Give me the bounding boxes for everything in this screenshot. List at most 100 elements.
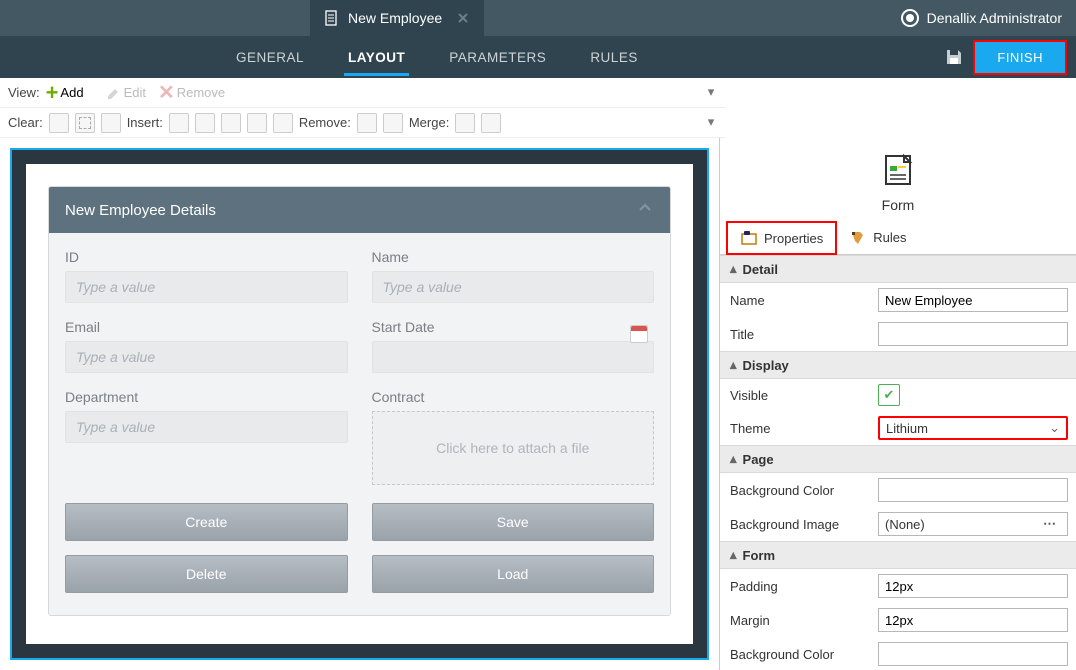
form-panel: New Employee Details ID [48,186,671,616]
start-date-label: Start Date [372,319,655,335]
prop-form-bgcolor-input[interactable] [878,642,1068,666]
section-display[interactable]: ▴ Display [720,351,1076,379]
form-icon [324,10,340,26]
prop-page-bgimage-label: Background Image [730,517,868,532]
ribbon-area: View: + Add Edit ✕ Remove ▾ Clear: Inser… [0,78,1076,138]
nav-general[interactable]: GENERAL [214,36,326,78]
save-icon[interactable] [940,43,968,71]
load-button[interactable]: Load [372,555,655,593]
properties-icon [740,229,758,247]
merge-down-icon[interactable] [481,113,501,133]
field-name: Name [372,249,655,303]
tab-rules-label: Rules [873,230,906,245]
properties-pane: Form Properties Rules [719,138,1076,670]
insert-row-below-icon[interactable] [247,113,267,133]
theme-select[interactable]: Lithium ⌄ [878,416,1068,440]
section-page[interactable]: ▴ Page [720,445,1076,473]
theme-value: Lithium [886,421,928,436]
prop-padding-input[interactable] [878,574,1068,598]
insert-col-left-icon[interactable] [169,113,189,133]
tab-rules[interactable]: Rules [837,221,918,254]
id-input[interactable] [65,271,348,303]
clear-label: Clear: [8,115,43,130]
name-input[interactable] [372,271,655,303]
panel-header[interactable]: New Employee Details [49,187,670,233]
edit-button[interactable]: Edit [106,85,146,101]
remove-button[interactable]: ✕ Remove [158,83,225,103]
calendar-icon[interactable] [630,325,648,343]
clear-cell-icon[interactable] [75,113,95,133]
nav-layout[interactable]: LAYOUT [326,36,427,78]
clear-grid-icon[interactable] [49,113,69,133]
chevron-up-icon: ▴ [730,451,737,467]
prop-title-label: Title [730,327,868,342]
document-tab[interactable]: New Employee [310,0,484,36]
prop-name-input[interactable] [878,288,1068,312]
field-contract: Contract Click here to attach a file [372,389,655,485]
view-label: View: [8,85,40,100]
collapse-icon[interactable] [636,199,654,221]
prop-title-input[interactable] [878,322,1068,346]
create-button[interactable]: Create [65,503,348,541]
name-label: Name [372,249,655,265]
department-input[interactable] [65,411,348,443]
ribbon-edit: Clear: Insert: Remove: Merge: ▾ [0,108,726,138]
email-input[interactable] [65,341,348,373]
merge-right-icon[interactable] [455,113,475,133]
section-detail[interactable]: ▴ Detail [720,255,1076,283]
props-tabs: Properties Rules [720,221,1076,255]
rules-icon [849,229,867,247]
contract-label: Contract [372,389,655,405]
merge-label: Merge: [409,115,449,130]
chevron-up-icon: ▴ [730,547,737,563]
tab-properties[interactable]: Properties [726,221,837,255]
tab-title: New Employee [348,10,442,26]
ribbon-dropdown-icon[interactable]: ▾ [700,84,722,100]
user-area[interactable]: Denallix Administrator [901,0,1062,36]
field-email: Email [65,319,348,373]
panel-title: New Employee Details [65,202,216,219]
chevron-up-icon: ▴ [730,357,737,373]
insert-label: Insert: [127,115,163,130]
field-department: Department [65,389,348,485]
prop-margin-input[interactable] [878,608,1068,632]
plus-icon: + [46,82,59,104]
ribbon-view: View: + Add Edit ✕ Remove ▾ [0,78,726,108]
remove-row-icon[interactable] [383,113,403,133]
start-date-input[interactable] [372,341,655,373]
save-button[interactable]: Save [372,503,655,541]
insert-col-right-icon[interactable] [195,113,215,133]
chevron-down-icon: ⌄ [1049,420,1060,436]
attach-placeholder: Click here to attach a file [436,440,589,456]
insert-row-above-icon[interactable] [221,113,241,133]
nav-parameters[interactable]: PARAMETERS [427,36,568,78]
title-bar: New Employee Denallix Administrator [0,0,1076,36]
prop-theme-label: Theme [730,421,868,436]
delete-button[interactable]: Delete [65,555,348,593]
user-name: Denallix Administrator [927,10,1062,26]
add-button[interactable]: + Add [46,82,84,104]
attach-zone[interactable]: Click here to attach a file [372,411,655,485]
prop-page-bgcolor-label: Background Color [730,483,868,498]
close-icon[interactable] [456,11,470,25]
main-nav: GENERAL LAYOUT PARAMETERS RULES FINISH [0,36,1076,78]
prop-form-bgcolor-label: Background Color [730,647,868,662]
prop-page-bgimage-combo[interactable]: (None) ⋯ [878,512,1068,536]
selection-label: Form [720,197,1076,213]
field-start-date: Start Date [372,319,655,373]
ellipsis-icon[interactable]: ⋯ [1039,516,1061,532]
insert-cell-icon[interactable] [273,113,293,133]
design-canvas: New Employee Details ID [0,138,719,670]
prop-margin-label: Margin [730,613,868,628]
clear-row-icon[interactable] [101,113,121,133]
prop-page-bgcolor-input[interactable] [878,478,1068,502]
ribbon2-dropdown-icon[interactable]: ▾ [700,114,722,130]
section-form[interactable]: ▴ Form [720,541,1076,569]
nav-rules[interactable]: RULES [568,36,660,78]
remove-col-icon[interactable] [357,113,377,133]
x-icon: ✕ [158,83,175,103]
visible-checkbox[interactable]: ✔ [878,384,900,406]
selection-header: Form [720,138,1076,221]
finish-button[interactable]: FINISH [973,40,1067,75]
prop-padding-label: Padding [730,579,868,594]
